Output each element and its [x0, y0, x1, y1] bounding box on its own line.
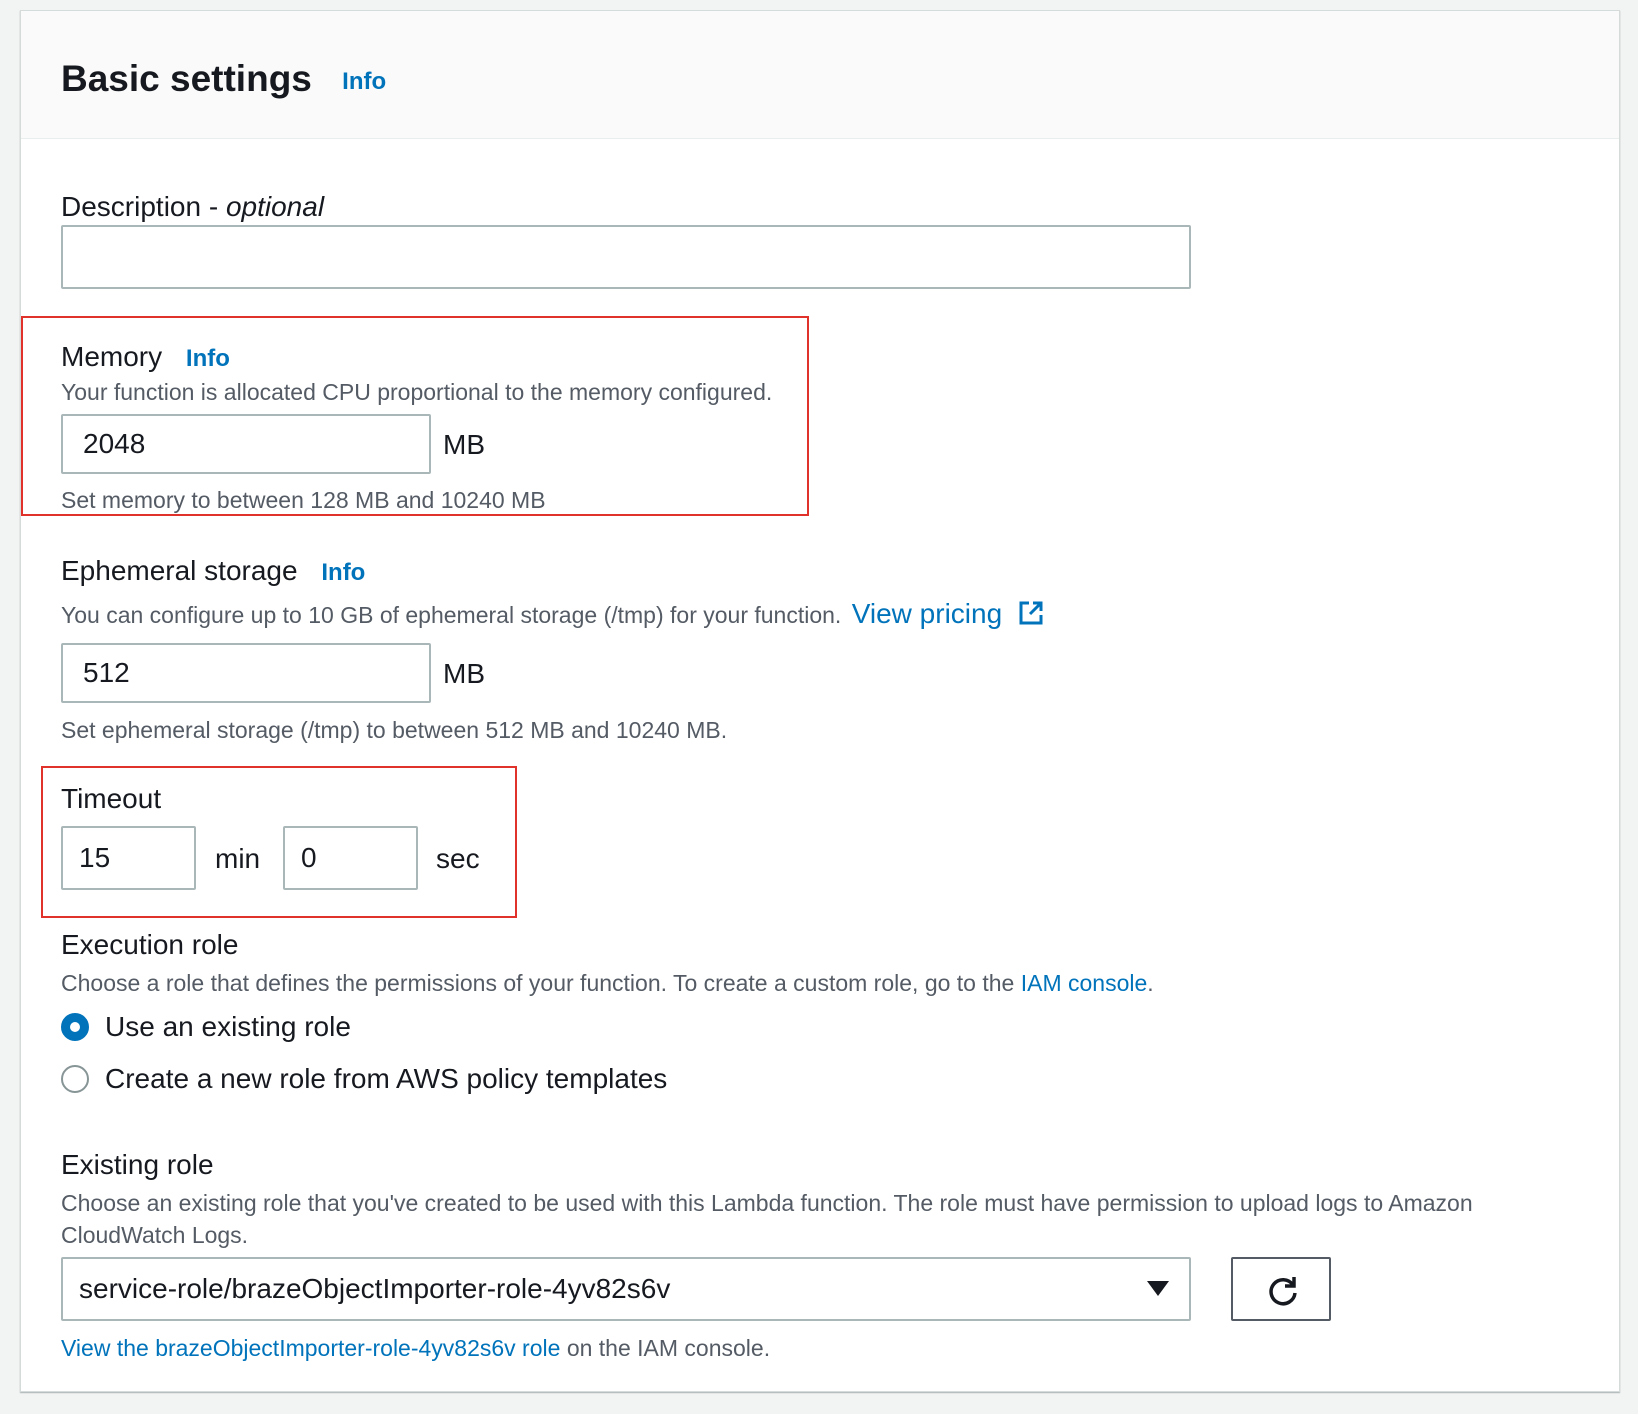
refresh-roles-button[interactable] [1231, 1257, 1331, 1321]
existing-role-select[interactable]: service-role/brazeObjectImporter-role-4y… [61, 1257, 1191, 1321]
page-title: Basic settings Info [61, 55, 386, 106]
basic-settings-panel: Basic settings Info Description - option… [20, 10, 1620, 1392]
memory-description: Your function is allocated CPU proportio… [61, 379, 773, 405]
radio-use-existing-role[interactable] [61, 1013, 89, 1041]
execution-role-description: Choose a role that defines the permissio… [61, 970, 1154, 996]
ephemeral-storage-info-link[interactable]: Info [321, 559, 365, 586]
execution-role-description-text: Choose a role that defines the permissio… [61, 970, 1015, 996]
description-label: Description - optional [61, 191, 325, 222]
refresh-icon [1265, 1273, 1301, 1314]
panel-header: Basic settings Info [21, 11, 1619, 139]
radio-use-existing-role-label[interactable]: Use an existing role [105, 1009, 351, 1045]
ephemeral-storage-description: You can configure up to 10 GB of ephemer… [61, 599, 1045, 634]
memory-constraint: Set memory to between 128 MB and 10240 M… [61, 487, 546, 513]
timeout-seconds-input[interactable] [283, 826, 418, 890]
memory-label: Memory Info [61, 339, 230, 377]
ephemeral-storage-description-text: You can configure up to 10 GB of ephemer… [61, 602, 842, 628]
timeout-sec-unit: sec [436, 843, 480, 874]
view-role-line: View the brazeObjectImporter-role-4yv82s… [61, 1333, 770, 1363]
existing-role-description-line2: CloudWatch Logs. [61, 1222, 249, 1248]
basic-settings-info-link[interactable]: Info [342, 68, 386, 95]
memory-unit: MB [443, 429, 485, 460]
ephemeral-storage-label: Ephemeral storage Info [61, 553, 365, 591]
radio-create-new-role[interactable] [61, 1065, 89, 1093]
ephemeral-storage-input[interactable] [61, 643, 431, 703]
view-role-link[interactable]: View the brazeObjectImporter-role-4yv82s… [61, 1335, 560, 1361]
existing-role-selected-value: service-role/brazeObjectImporter-role-4y… [79, 1273, 671, 1304]
timeout-min-unit: min [215, 843, 261, 874]
existing-role-label: Existing role [61, 1149, 214, 1180]
caret-down-icon [1147, 1281, 1169, 1296]
description-optional-text: optional [225, 191, 325, 222]
memory-info-link[interactable]: Info [186, 345, 230, 372]
page-title-text: Basic settings [61, 58, 312, 99]
iam-console-link[interactable]: IAM console [1021, 970, 1148, 996]
existing-role-description-line1: Choose an existing role that you've crea… [61, 1190, 1473, 1216]
description-label-text: Description [61, 191, 202, 222]
description-input[interactable] [61, 225, 1191, 289]
timeout-minutes-input[interactable] [61, 826, 196, 890]
radio-create-new-role-label[interactable]: Create a new role from AWS policy templa… [105, 1061, 667, 1097]
external-link-icon[interactable] [1017, 599, 1045, 634]
execution-role-label: Execution role [61, 929, 239, 960]
ephemeral-storage-label-text: Ephemeral storage [61, 555, 298, 586]
memory-input[interactable] [61, 414, 431, 474]
view-role-suffix: on the IAM console. [566, 1335, 771, 1361]
ephemeral-storage-constraint: Set ephemeral storage (/tmp) to between … [61, 717, 728, 743]
ephemeral-storage-unit: MB [443, 658, 485, 689]
timeout-label: Timeout [61, 783, 162, 814]
view-pricing-link[interactable]: View pricing [852, 598, 1002, 629]
memory-label-text: Memory [61, 341, 163, 372]
